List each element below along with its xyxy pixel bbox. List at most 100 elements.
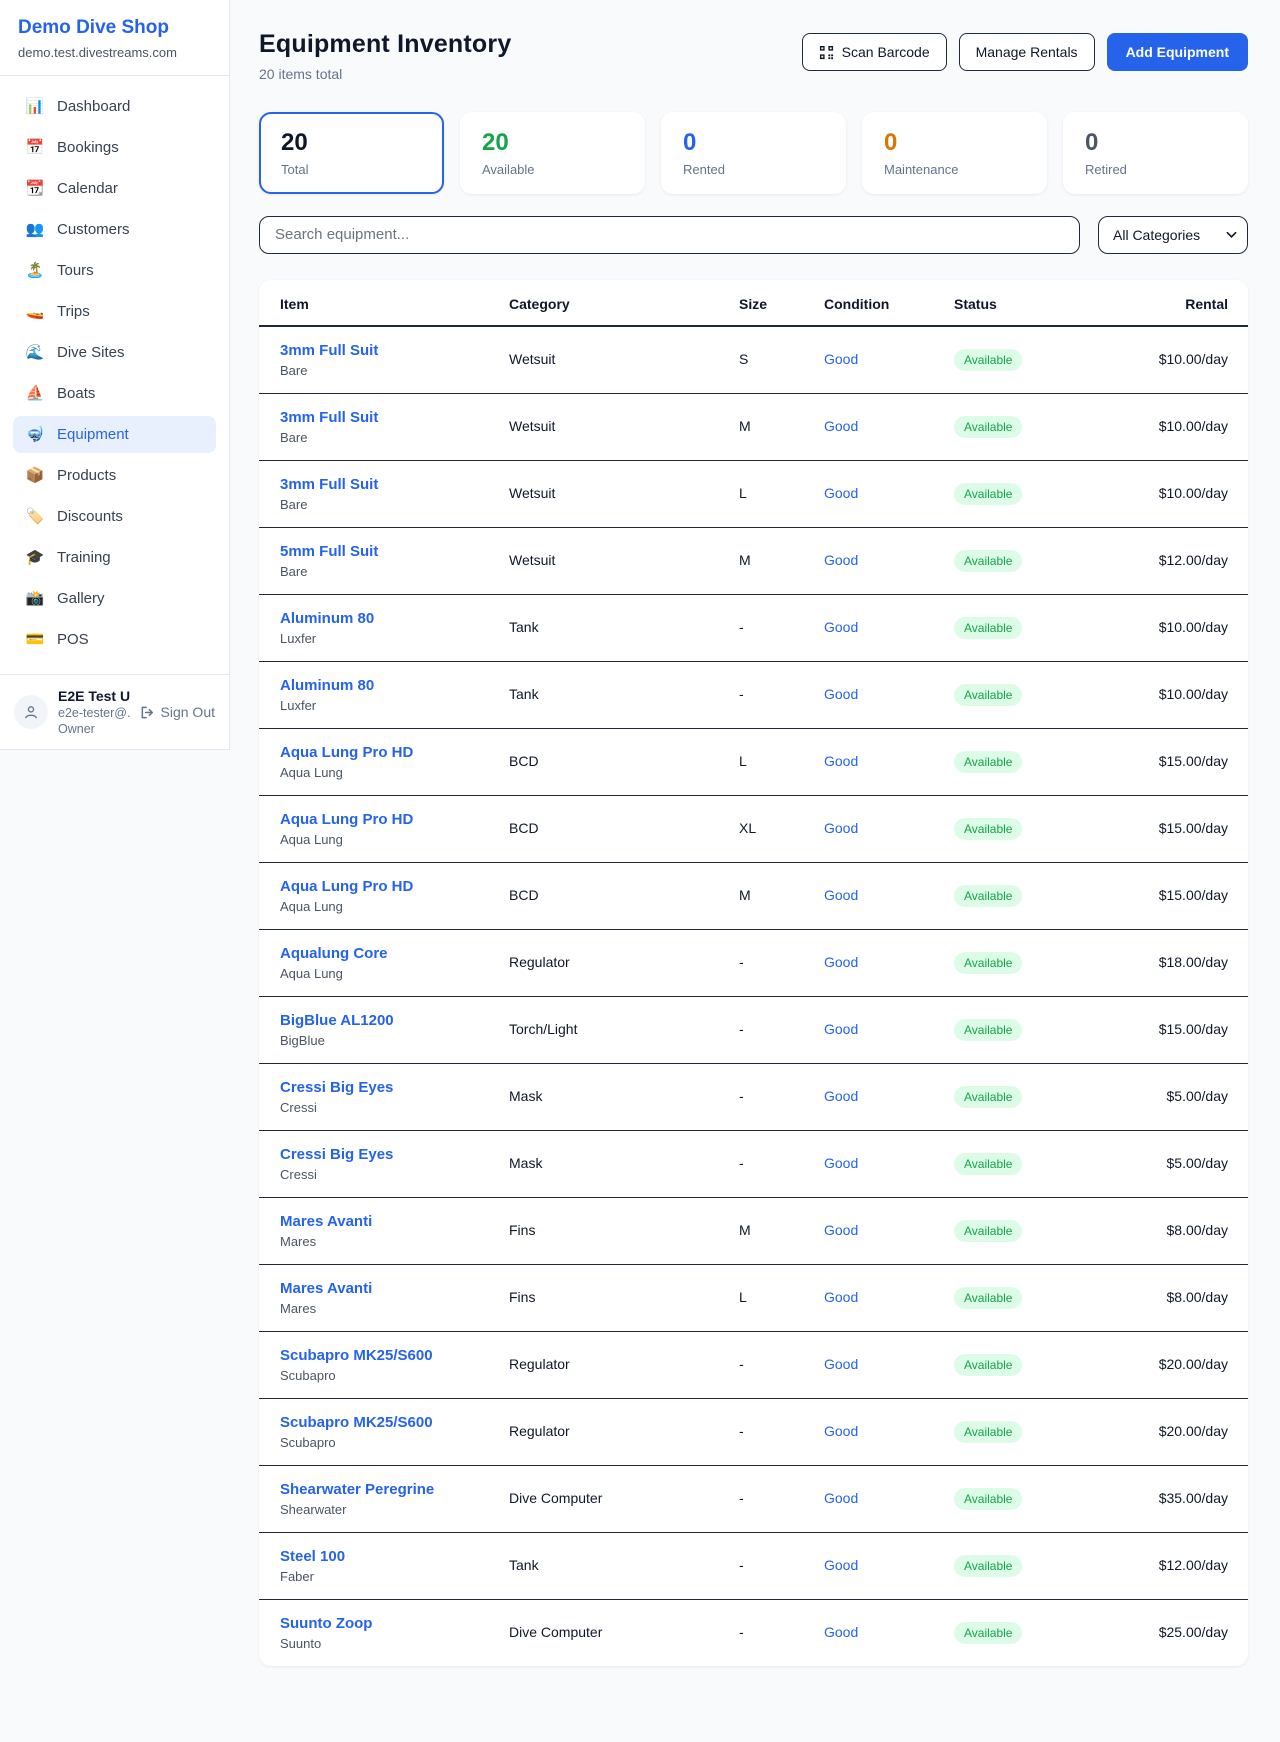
sidebar-item-equipment[interactable]: 🤿 Equipment [13, 416, 216, 453]
sidebar-item-pos[interactable]: 💳 POS [13, 621, 216, 658]
condition-link[interactable]: Good [824, 1289, 858, 1305]
size-cell: XL [739, 820, 756, 836]
scan-barcode-button[interactable]: Scan Barcode [802, 33, 947, 71]
item-link[interactable]: Aluminum 80 [280, 677, 509, 694]
sidebar-item-tours[interactable]: 🏝️ Tours [13, 252, 216, 289]
item-link[interactable]: Aqua Lung Pro HD [280, 744, 509, 761]
sidebar-item-bookings[interactable]: 📅 Bookings [13, 129, 216, 166]
manage-rentals-label: Manage Rentals [976, 44, 1078, 60]
condition-link[interactable]: Good [824, 552, 858, 568]
status-badge: Available [954, 818, 1022, 840]
item-link[interactable]: BigBlue AL1200 [280, 1012, 509, 1029]
item-link[interactable]: 3mm Full Suit [280, 342, 509, 359]
graduation-cap-icon: 🎓 [25, 550, 45, 565]
sidebar-item-dive-sites[interactable]: 🌊 Dive Sites [13, 334, 216, 371]
items-total: 20 items total [259, 66, 511, 82]
condition-link[interactable]: Good [824, 753, 858, 769]
stat-label: Maintenance [884, 162, 1025, 177]
stat-card-total[interactable]: 20 Total [259, 112, 444, 194]
condition-link[interactable]: Good [824, 351, 858, 367]
sidebar-item-training[interactable]: 🎓 Training [13, 539, 216, 576]
wave-icon: 🌊 [25, 345, 45, 360]
item-link[interactable]: Aqua Lung Pro HD [280, 878, 509, 895]
condition-link[interactable]: Good [824, 820, 858, 836]
rental-price: $10.00/day [1159, 485, 1228, 501]
sidebar-item-customers[interactable]: 👥 Customers [13, 211, 216, 248]
status-badge: Available [954, 885, 1022, 907]
item-link[interactable]: Cressi Big Eyes [280, 1079, 509, 1096]
sidebar-item-discounts[interactable]: 🏷️ Discounts [13, 498, 216, 535]
status-badge: Available [954, 1354, 1022, 1376]
condition-link[interactable]: Good [824, 485, 858, 501]
item-link[interactable]: Scubapro MK25/S600 [280, 1414, 509, 1431]
sidebar-item-label: Discounts [57, 508, 123, 525]
item-link[interactable]: Mares Avanti [280, 1213, 509, 1230]
table-row: Scubapro MK25/S600 Scubapro Regulator - … [259, 1398, 1248, 1465]
sidebar-item-trips[interactable]: 🚤 Trips [13, 293, 216, 330]
condition-link[interactable]: Good [824, 1088, 858, 1104]
condition-link[interactable]: Good [824, 887, 858, 903]
condition-link[interactable]: Good [824, 1155, 858, 1171]
condition-link[interactable]: Good [824, 954, 858, 970]
item-link[interactable]: Aqua Lung Pro HD [280, 811, 509, 828]
stat-card-rented[interactable]: 0 Rented [661, 112, 846, 194]
person-icon [22, 703, 40, 721]
sidebar-item-calendar[interactable]: 📆 Calendar [13, 170, 216, 207]
table-row: BigBlue AL1200 BigBlue Torch/Light - Goo… [259, 996, 1248, 1063]
sign-out-button[interactable]: Sign Out [140, 704, 215, 720]
size-cell: L [739, 1289, 747, 1305]
condition-link[interactable]: Good [824, 1423, 858, 1439]
condition-link[interactable]: Good [824, 1021, 858, 1037]
status-badge: Available [954, 1220, 1022, 1242]
size-cell: L [739, 485, 747, 501]
sidebar-item-dashboard[interactable]: 📊 Dashboard [13, 88, 216, 125]
item-brand: Aqua Lung [280, 899, 509, 914]
item-link[interactable]: 3mm Full Suit [280, 409, 509, 426]
condition-link[interactable]: Good [824, 619, 858, 635]
item-link[interactable]: Suunto Zoop [280, 1615, 509, 1632]
category-cell: Fins [509, 1222, 535, 1238]
item-link[interactable]: Scubapro MK25/S600 [280, 1347, 509, 1364]
stat-card-maintenance[interactable]: 0 Maintenance [862, 112, 1047, 194]
category-select[interactable]: All Categories [1098, 216, 1248, 254]
table-row: Suunto Zoop Suunto Dive Computer - Good … [259, 1599, 1248, 1666]
condition-link[interactable]: Good [824, 1624, 858, 1640]
sign-out-icon [140, 705, 155, 720]
sidebar-item-products[interactable]: 📦 Products [13, 457, 216, 494]
condition-link[interactable]: Good [824, 686, 858, 702]
item-link[interactable]: 5mm Full Suit [280, 543, 509, 560]
item-link[interactable]: Aluminum 80 [280, 610, 509, 627]
item-link[interactable]: Shearwater Peregrine [280, 1481, 509, 1498]
search-input[interactable] [259, 216, 1080, 254]
size-cell: M [739, 552, 751, 568]
condition-link[interactable]: Good [824, 1356, 858, 1372]
condition-link[interactable]: Good [824, 1490, 858, 1506]
sidebar-item-label: Trips [57, 303, 90, 320]
stat-card-available[interactable]: 20 Available [460, 112, 645, 194]
user-email: e2e-tester@... [58, 706, 130, 720]
table-row: Aqualung Core Aqua Lung Regulator - Good… [259, 929, 1248, 996]
tear-calendar-icon: 📆 [25, 181, 45, 196]
size-cell: - [739, 1155, 744, 1171]
item-link[interactable]: Steel 100 [280, 1548, 509, 1565]
rental-price: $20.00/day [1159, 1356, 1228, 1372]
condition-link[interactable]: Good [824, 1557, 858, 1573]
brand-title[interactable]: Demo Dive Shop [18, 17, 211, 39]
rental-price: $20.00/day [1159, 1423, 1228, 1439]
add-equipment-button[interactable]: Add Equipment [1107, 33, 1248, 71]
sidebar-item-boats[interactable]: ⛵ Boats [13, 375, 216, 412]
sidebar-item-label: Training [57, 549, 111, 566]
condition-link[interactable]: Good [824, 1222, 858, 1238]
item-link[interactable]: Aqualung Core [280, 945, 509, 962]
condition-link[interactable]: Good [824, 418, 858, 434]
manage-rentals-button[interactable]: Manage Rentals [959, 33, 1095, 71]
table-row: Aqua Lung Pro HD Aqua Lung BCD XL Good A… [259, 795, 1248, 862]
item-link[interactable]: 3mm Full Suit [280, 476, 509, 493]
size-cell: M [739, 887, 751, 903]
item-link[interactable]: Cressi Big Eyes [280, 1146, 509, 1163]
sidebar: Demo Dive Shop demo.test.divestreams.com… [0, 0, 230, 750]
stat-card-retired[interactable]: 0 Retired [1063, 112, 1248, 194]
column-header-category: Category [509, 280, 739, 326]
sidebar-item-gallery[interactable]: 📸 Gallery [13, 580, 216, 617]
item-link[interactable]: Mares Avanti [280, 1280, 509, 1297]
